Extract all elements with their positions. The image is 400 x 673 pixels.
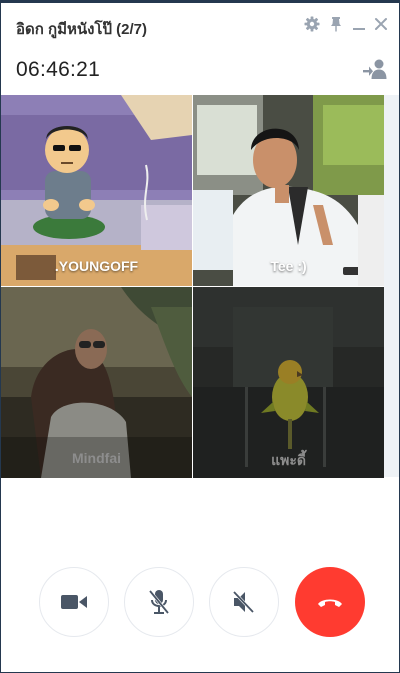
- add-user-icon[interactable]: [362, 57, 388, 83]
- window-title: อิดก กูมีหนังโป๊ (2/7): [16, 21, 148, 38]
- participant-name: แพะดี้: [271, 452, 306, 468]
- participant-tile[interactable]: Mindfai: [1, 287, 192, 478]
- minimize-icon[interactable]: [350, 15, 368, 33]
- participant-name: .YOUNGOFF: [54, 258, 139, 274]
- participant-tile[interactable]: แพะดี้: [193, 287, 384, 478]
- video-camera-icon: [61, 595, 87, 609]
- end-call-button[interactable]: [295, 567, 365, 637]
- participant-name: Mindfai: [72, 450, 121, 466]
- call-window: อิดก กูมีหนังโป๊ (2/7) 06:46:21 .YOUNGOF…: [0, 0, 400, 673]
- participant-tile[interactable]: .YOUNGOFF: [1, 95, 192, 286]
- mic-muted-icon: [148, 590, 170, 614]
- call-controls: [1, 563, 399, 643]
- grid-side-strip: [384, 95, 399, 477]
- gear-icon[interactable]: [303, 15, 321, 33]
- call-timer: 06:46:21: [16, 58, 101, 81]
- pin-icon[interactable]: [327, 15, 345, 33]
- speaker-toggle-button[interactable]: [209, 567, 279, 637]
- title-bar: อิดก กูมีหนังโป๊ (2/7): [1, 3, 399, 47]
- mic-toggle-button[interactable]: [124, 567, 194, 637]
- video-grid: .YOUNGOFF Tee :) Mindfai แพะดี้: [1, 95, 384, 478]
- participant-tile[interactable]: Tee :): [193, 95, 384, 286]
- participant-name: Tee :): [270, 258, 307, 274]
- speaker-muted-icon: [232, 590, 255, 614]
- video-toggle-button[interactable]: [39, 567, 109, 637]
- hang-up-icon: [318, 599, 342, 607]
- close-icon[interactable]: [372, 15, 390, 33]
